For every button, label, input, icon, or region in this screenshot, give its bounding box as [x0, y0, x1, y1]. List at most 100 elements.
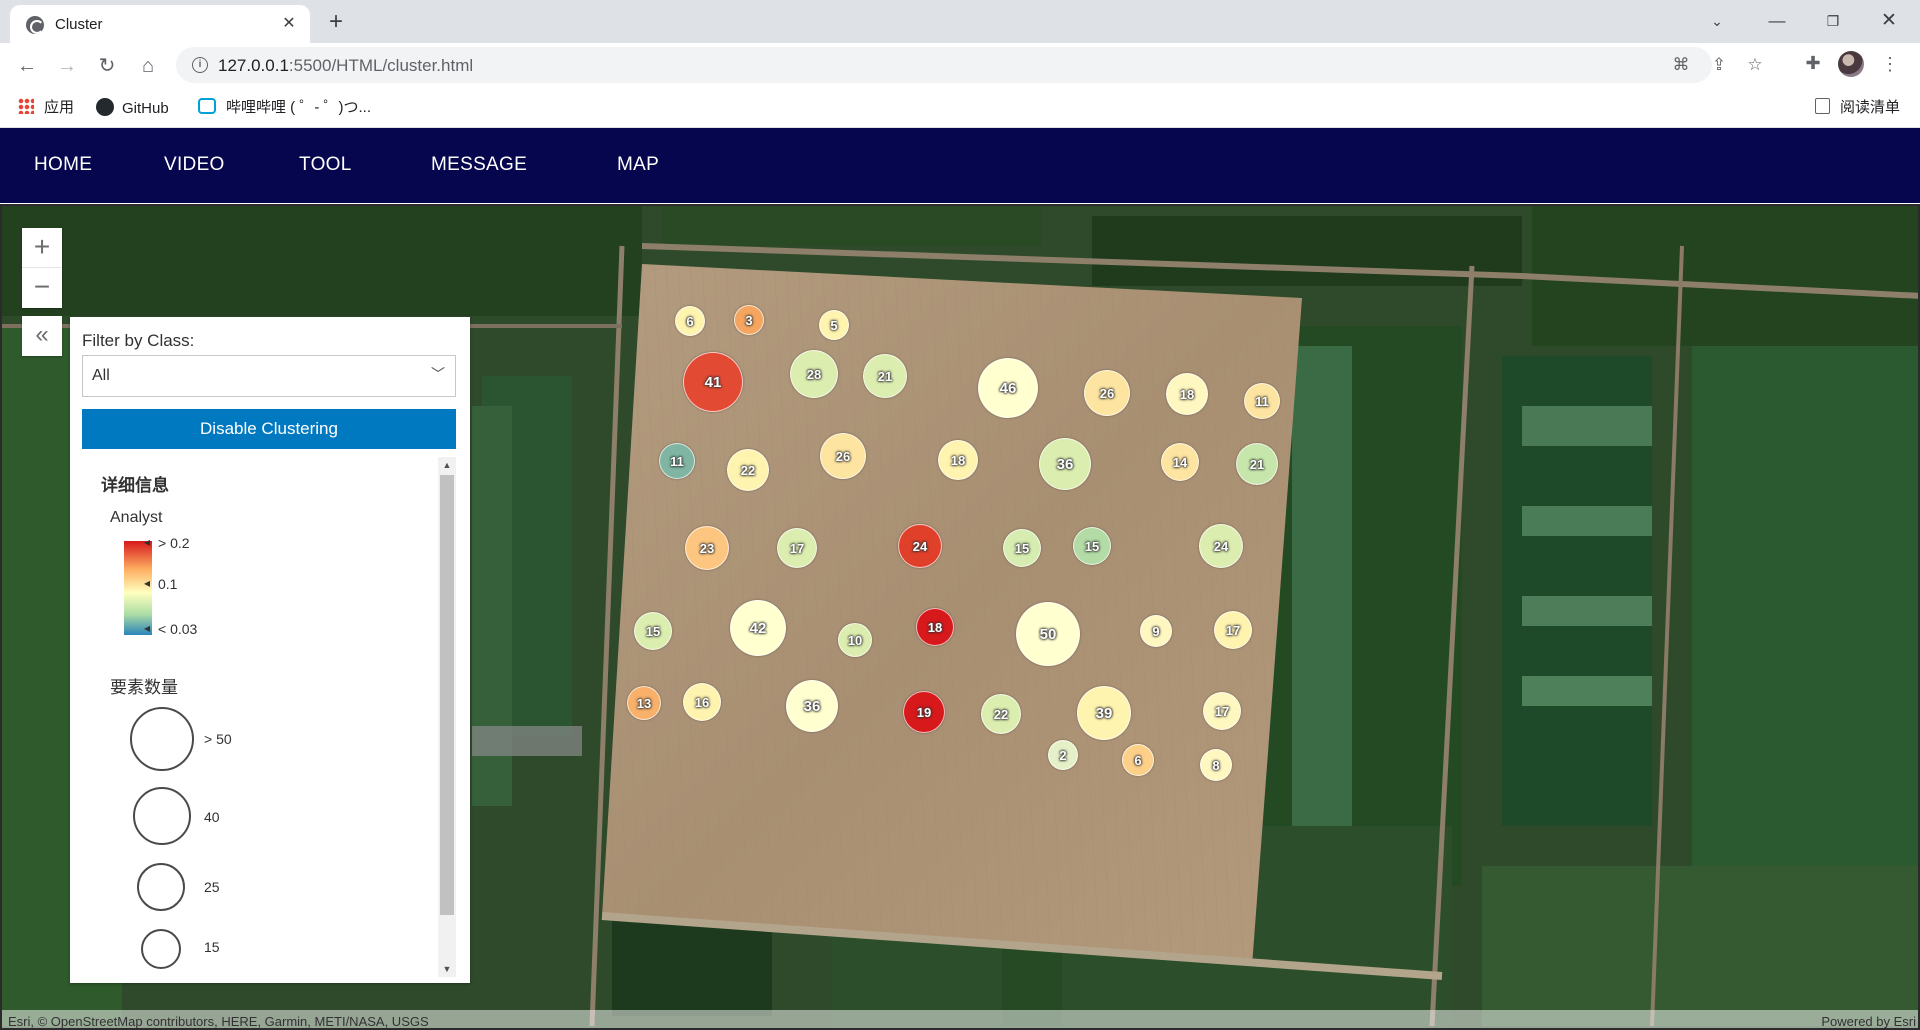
reading-list-icon	[1814, 98, 1830, 114]
nav-message[interactable]: MESSAGE	[431, 154, 527, 176]
map-view[interactable]: 6 3 5 41 28 21 46 26 18 11 11 22 26 18 36 14 21 23 17 24 15 1…	[0, 204, 1920, 1030]
cluster-marker[interactable]: 16	[683, 683, 721, 721]
cluster-marker[interactable]: 42	[730, 600, 786, 656]
url-text[interactable]: 127.0.0.1:5500/HTML/cluster.html	[218, 56, 473, 76]
bookmark-star-icon[interactable]: ☆	[1742, 53, 1768, 77]
home-icon[interactable]: ⌂	[133, 51, 163, 81]
window-close-icon[interactable]: ✕	[1866, 6, 1912, 36]
bookmark-github[interactable]: GitHub	[96, 98, 169, 118]
cluster-marker[interactable]: 46	[978, 358, 1038, 418]
cluster-marker[interactable]: 3	[734, 305, 764, 335]
cluster-marker[interactable]: 50	[1016, 602, 1080, 666]
reading-list-label: 阅读清单	[1839, 99, 1900, 116]
disable-clustering-button[interactable]: Disable Clustering	[82, 409, 456, 449]
cluster-marker[interactable]: 36	[786, 680, 838, 732]
cluster-marker[interactable]: 18	[938, 440, 978, 480]
cluster-count: 15	[1014, 540, 1030, 556]
size-circle-40	[133, 787, 191, 845]
restore-icon[interactable]: ❐	[1810, 6, 1856, 36]
cluster-marker[interactable]: 28	[790, 350, 838, 398]
cluster-marker[interactable]: 13	[627, 686, 661, 720]
cluster-marker[interactable]: 15	[1003, 529, 1041, 567]
cluster-count: 17	[789, 540, 805, 556]
cluster-marker[interactable]: 17	[1203, 692, 1241, 730]
cluster-count: 5	[830, 317, 838, 333]
nav-map[interactable]: MAP	[617, 154, 659, 176]
kebab-menu-icon[interactable]: ⋮	[1880, 52, 1900, 76]
bookmark-apps[interactable]: 应用	[18, 98, 74, 118]
cluster-marker[interactable]: 9	[1140, 615, 1172, 647]
tab-search-icon[interactable]: ⌄	[1694, 6, 1740, 36]
minimize-icon[interactable]: —	[1754, 6, 1800, 36]
cluster-marker[interactable]: 11	[1244, 383, 1280, 419]
legend: 详细信息 Analyst > 0.2 0.1 < 0.03 要素数量 > 50 …	[82, 457, 456, 977]
cluster-marker[interactable]: 41	[683, 352, 743, 412]
cluster-count: 28	[806, 366, 822, 382]
info-icon[interactable]: i	[192, 57, 208, 73]
forward-icon[interactable]: →	[52, 51, 82, 81]
cluster-marker[interactable]: 21	[863, 354, 907, 398]
nav-home[interactable]: HOME	[34, 154, 92, 176]
ramp-label-high: > 0.2	[144, 535, 189, 551]
zoom-out-button[interactable]: −	[22, 268, 62, 308]
address-bar[interactable]: i 127.0.0.1:5500/HTML/cluster.html ⌘ ⇪ ☆	[176, 47, 1763, 83]
cluster-marker[interactable]: 5	[819, 310, 849, 340]
translate-icon[interactable]: ⌘	[1668, 53, 1694, 77]
avatar[interactable]	[1838, 51, 1864, 77]
scroll-down-icon[interactable]: ▼	[438, 961, 456, 977]
reload-icon[interactable]: ↻	[92, 51, 122, 81]
cluster-count: 16	[694, 694, 710, 710]
extensions-icon[interactable]: ✚	[1800, 51, 1826, 75]
share-icon[interactable]: ⇪	[1706, 53, 1732, 77]
cluster-marker[interactable]: 26	[1084, 370, 1130, 416]
legend-field-label: Analyst	[110, 509, 163, 526]
cluster-marker[interactable]: 23	[685, 526, 729, 570]
cluster-marker[interactable]: 24	[1199, 524, 1243, 568]
cluster-marker[interactable]: 26	[820, 433, 866, 479]
close-tab-icon[interactable]: ✕	[278, 13, 300, 35]
cluster-count: 50	[1039, 625, 1057, 643]
cluster-marker[interactable]: 39	[1077, 686, 1131, 740]
cluster-count: 8	[1212, 757, 1220, 773]
cluster-count: 26	[1099, 385, 1115, 401]
cluster-marker[interactable]: 8	[1200, 749, 1232, 781]
cluster-marker[interactable]: 22	[981, 694, 1021, 734]
cluster-marker[interactable]: 22	[727, 449, 769, 491]
powered-by-esri[interactable]: Powered by Esri	[1821, 1014, 1916, 1028]
cluster-marker[interactable]: 17	[1214, 611, 1252, 649]
collapse-panel-icon[interactable]: «	[22, 316, 62, 356]
nav-video[interactable]: VIDEO	[164, 154, 225, 176]
cluster-marker[interactable]: 2	[1048, 740, 1078, 770]
cluster-marker[interactable]: 18	[916, 608, 954, 646]
cluster-marker[interactable]: 6	[1122, 744, 1154, 776]
cluster-marker[interactable]: 24	[898, 524, 942, 568]
legend-title: 详细信息	[101, 476, 169, 495]
scroll-up-icon[interactable]: ▲	[438, 457, 456, 473]
browser-tab-bar: Cluster ✕ + ⌄ — ❐ ✕	[0, 0, 1920, 43]
back-icon[interactable]: ←	[12, 51, 42, 81]
cluster-count: 17	[1214, 703, 1230, 719]
cluster-marker[interactable]: 15	[634, 612, 672, 650]
new-tab-button[interactable]: +	[322, 9, 350, 35]
cluster-marker[interactable]: 6	[675, 306, 705, 336]
url-host: 127.0.0.1	[218, 56, 289, 75]
zoom-in-button[interactable]: +	[22, 228, 62, 268]
browser-tab[interactable]: Cluster ✕	[10, 5, 310, 43]
cluster-marker[interactable]: 11	[659, 443, 695, 479]
reading-list[interactable]: 阅读清单	[1814, 98, 1900, 118]
legend-scrollbar[interactable]: ▲ ▼	[438, 457, 456, 977]
cluster-marker[interactable]: 14	[1161, 443, 1199, 481]
scroll-thumb[interactable]	[440, 475, 454, 915]
bookmark-bilibili[interactable]: 哔哩哔哩 ( ゜- ゜)つ...	[198, 98, 371, 118]
cluster-marker[interactable]: 19	[903, 691, 945, 733]
cluster-marker[interactable]: 36	[1039, 438, 1091, 490]
cluster-marker[interactable]: 21	[1236, 443, 1278, 485]
class-filter-select[interactable]: All ﹀	[82, 355, 456, 397]
nav-tool[interactable]: TOOL	[299, 154, 352, 176]
cluster-marker[interactable]: 18	[1166, 373, 1208, 415]
cluster-marker[interactable]: 17	[777, 528, 817, 568]
cluster-count: 36	[1056, 455, 1074, 473]
cluster-marker[interactable]: 10	[838, 623, 872, 657]
cluster-marker[interactable]: 15	[1073, 527, 1111, 565]
size-label-40: 40	[204, 809, 220, 825]
